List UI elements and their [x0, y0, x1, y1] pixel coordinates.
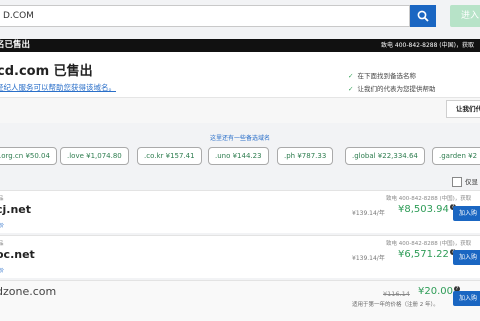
check-item: ✓ 让我们的代表为您提供帮助: [348, 83, 435, 93]
add-to-cart-button[interactable]: 加入购: [453, 291, 480, 306]
sold-domain-title: cd.com 已售出: [0, 64, 93, 79]
alt-domain-pill[interactable]: .uno ¥144.23: [208, 147, 269, 165]
agent-button[interactable]: 让我们代: [446, 100, 480, 118]
alt-domain-pill[interactable]: .org.cn ¥50.04: [0, 147, 57, 165]
listing-price-value: ¥20.00: [418, 286, 453, 297]
check-item-text: 在下面找到备选名称: [357, 72, 416, 80]
add-to-cart-button[interactable]: 加入购: [453, 250, 480, 265]
listing-sub: 价: [0, 223, 5, 229]
listing-price-value: ¥6,571.22: [398, 249, 449, 260]
alt-domain-pill[interactable]: .garden ¥2: [432, 147, 480, 165]
listing-price: ¥6,571.22?: [398, 249, 456, 260]
add-to-cart-button[interactable]: 加入购: [453, 206, 480, 221]
listing-tag: 品: [0, 241, 4, 247]
listing-price-value: ¥8,503.94: [398, 204, 449, 215]
search-button[interactable]: [410, 5, 436, 27]
listing-domain[interactable]: cj.net: [0, 203, 31, 216]
listing-price-note: 适用于第一年的价格（注册 2 年）。: [352, 302, 439, 308]
listing-renewal: ¥139.14/年: [352, 210, 385, 217]
alt-domain-pill[interactable]: .ph ¥787.33: [277, 147, 334, 165]
listing-contact: 致电 400-842-8288 (中国)，获取: [386, 241, 472, 247]
listing-row: dzone.com ¥116.14 ¥20.00? 适用于第一年的价格（注册 2…: [0, 280, 480, 321]
listing-sub: 价: [0, 268, 5, 274]
sold-title: 名已售出: [0, 40, 31, 50]
listing-domain[interactable]: oc.net: [0, 248, 35, 261]
listing-original-price: ¥116.14: [383, 290, 410, 298]
check-icon: ✓: [348, 85, 354, 93]
search-icon: [417, 10, 429, 22]
alt-domain-pill[interactable]: .love ¥1,074.80: [60, 147, 129, 165]
sold-header: 名已售出 致电 400-842-8288 (中国)，获取: [0, 39, 480, 52]
listing-price: ¥8,503.94?: [398, 204, 456, 215]
listing-domain[interactable]: dzone.com: [0, 285, 56, 298]
broker-help-link[interactable]: 经纪人服务可以帮助您获得该域名。: [0, 82, 116, 93]
panel-footer: [0, 98, 480, 123]
listing-row: 品 oc.net 价 致电 400-842-8288 (中国)，获取 ¥139.…: [0, 235, 480, 278]
listing-contact: 致电 400-842-8288 (中国)，获取: [386, 196, 472, 202]
check-item-text: 让我们的代表为您提供帮助: [357, 85, 436, 93]
check-item: ✓ 在下面找到备选名称: [348, 70, 416, 80]
domain-search-input[interactable]: D.COM: [0, 5, 410, 27]
enter-button[interactable]: 进入: [450, 5, 480, 27]
alternatives-title: 这里还有一些备选域名: [209, 135, 270, 142]
top-search-bar: D.COM 进入: [0, 0, 480, 34]
alt-domain-pill[interactable]: .global ¥22,334.64: [345, 147, 425, 165]
listing-row: 品 cj.net 价 致电 400-842-8288 (中国)，获取 ¥139.…: [0, 190, 480, 233]
sold-panel: cd.com 已售出 经纪人服务可以帮助您获得该域名。 ✓ 在下面找到备选名称 ✓…: [0, 52, 480, 123]
filter-label: 仅显: [465, 178, 478, 186]
alt-domain-pill[interactable]: .co.kr ¥157.41: [137, 147, 202, 165]
listing-tag: 品: [0, 196, 4, 202]
check-icon: ✓: [348, 72, 354, 80]
filter-checkbox[interactable]: [452, 177, 462, 187]
sold-contact: 致电 400-842-8288 (中国)，获取: [380, 42, 474, 49]
listing-renewal: ¥139.14/年: [352, 255, 385, 262]
